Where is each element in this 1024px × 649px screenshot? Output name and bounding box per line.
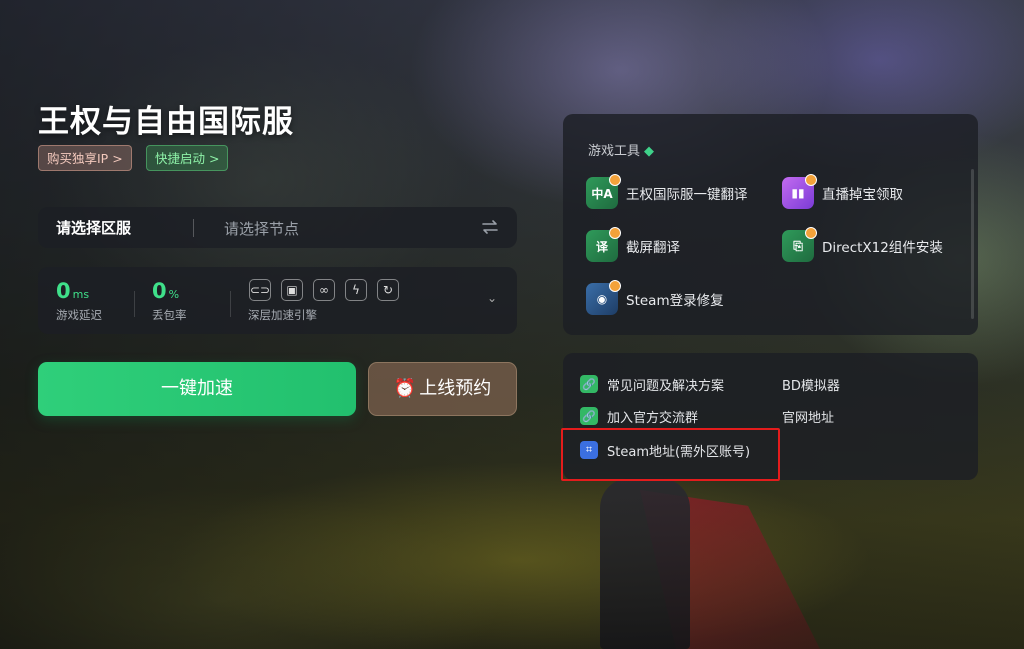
link-label: 官网地址 — [782, 410, 835, 426]
tools-scrollbar[interactable] — [971, 169, 974, 319]
badge-icon — [609, 280, 621, 292]
alarm-clock-icon: ⏰ — [393, 378, 417, 399]
join-group-link[interactable]: 🔗 加入官方交流群 — [580, 406, 698, 426]
game-title: 王权与自由国际服 — [38, 104, 294, 140]
latency-number: 0 — [56, 279, 71, 303]
loss-value: 0% — [152, 279, 179, 303]
stat-divider — [134, 291, 135, 317]
badge-icon — [609, 174, 621, 186]
link-icon: 🔗 — [580, 407, 598, 425]
link-label: BD模拟器 — [782, 378, 840, 394]
tool-directx-install[interactable]: ⎘ DirectX12组件安装 — [782, 227, 943, 262]
faq-link[interactable]: 🔗 常见问题及解决方案 — [580, 374, 724, 394]
official-site-link[interactable]: 官网地址 — [782, 406, 834, 426]
latency-label: 游戏延迟 — [56, 308, 102, 322]
tool-steam-repair[interactable]: ◉ Steam登录修复 — [586, 280, 724, 315]
tools-title-text: 游戏工具 — [588, 144, 641, 159]
latency-value: 0 ms — [56, 279, 89, 303]
loss-number: 0 — [152, 279, 167, 303]
link-label: 常见问题及解决方案 — [607, 378, 725, 394]
server-select[interactable]: 请选择区服 — [56, 217, 131, 238]
tool-label: DirectX12组件安装 — [822, 240, 943, 256]
chevron-down-icon[interactable]: ⌄ — [487, 291, 497, 305]
badge-icon — [805, 227, 817, 239]
window-icon[interactable]: ▣ — [281, 279, 303, 301]
tool-translate[interactable]: 中A 王权国际服一键翻译 — [586, 174, 748, 209]
twitch-drops-icon: ▮▮ — [782, 174, 817, 209]
badge-icon — [609, 227, 621, 239]
engine-label: 深层加速引擎 — [248, 308, 317, 322]
rings-icon[interactable]: ∞ — [313, 279, 335, 301]
game-tools-panel: 游戏工具 ◆ 中A 王权国际服一键翻译 ▮▮ 直播掉宝领取 译 截屏翻译 ⎘ Di… — [563, 114, 978, 335]
stat-divider — [230, 291, 231, 317]
quick-start-tag[interactable]: 快捷启动 > — [146, 145, 229, 171]
bd-emulator-link[interactable]: BD模拟器 — [782, 374, 840, 394]
reserve-label: 上线预约 — [419, 378, 492, 399]
tools-title: 游戏工具 ◆ — [588, 140, 654, 159]
background-figure — [600, 478, 690, 649]
bolt-icon[interactable]: ϟ — [345, 279, 367, 301]
tool-label: 直播掉宝领取 — [822, 187, 903, 203]
link-label: 加入官方交流群 — [607, 410, 699, 426]
steam-repair-icon: ◉ — [586, 280, 621, 315]
tool-screenshot-translate[interactable]: 译 截屏翻译 — [586, 227, 680, 262]
translate-icon: 中A — [586, 174, 621, 209]
tool-label: 截屏翻译 — [626, 240, 680, 256]
swap-icon[interactable] — [481, 218, 499, 236]
stats-panel: 0 ms 游戏延迟 0% 丢包率 ⊂⊃ ▣ ∞ ϟ ↻ 深层加速引擎 ⌄ — [38, 267, 517, 334]
badge-icon — [805, 174, 817, 186]
accelerate-button[interactable]: 一键加速 — [38, 362, 356, 416]
cube-icon: ◆ — [644, 144, 655, 159]
link-icon[interactable]: ⊂⊃ — [249, 279, 271, 301]
tool-label: Steam登录修复 — [626, 293, 724, 309]
latency-unit: ms — [72, 288, 90, 301]
tool-label: 王权国际服一键翻译 — [626, 187, 748, 203]
loss-label: 丢包率 — [152, 308, 187, 322]
node-select[interactable]: 请选择节点 — [224, 218, 299, 239]
buy-exclusive-ip-tag[interactable]: 购买独享IP > — [38, 145, 132, 171]
screenshot-translate-icon: 译 — [586, 227, 621, 262]
region-divider — [193, 219, 194, 237]
reserve-button[interactable]: ⏰ 上线预约 — [368, 362, 517, 416]
loss-unit: % — [168, 288, 180, 301]
highlight-annotation — [561, 428, 780, 481]
link-icon: 🔗 — [580, 375, 598, 393]
refresh-icon[interactable]: ↻ — [377, 279, 399, 301]
region-selector[interactable]: 请选择区服 请选择节点 — [38, 207, 517, 248]
tool-twitch-drops[interactable]: ▮▮ 直播掉宝领取 — [782, 174, 903, 209]
directx-install-icon: ⎘ — [782, 227, 817, 262]
